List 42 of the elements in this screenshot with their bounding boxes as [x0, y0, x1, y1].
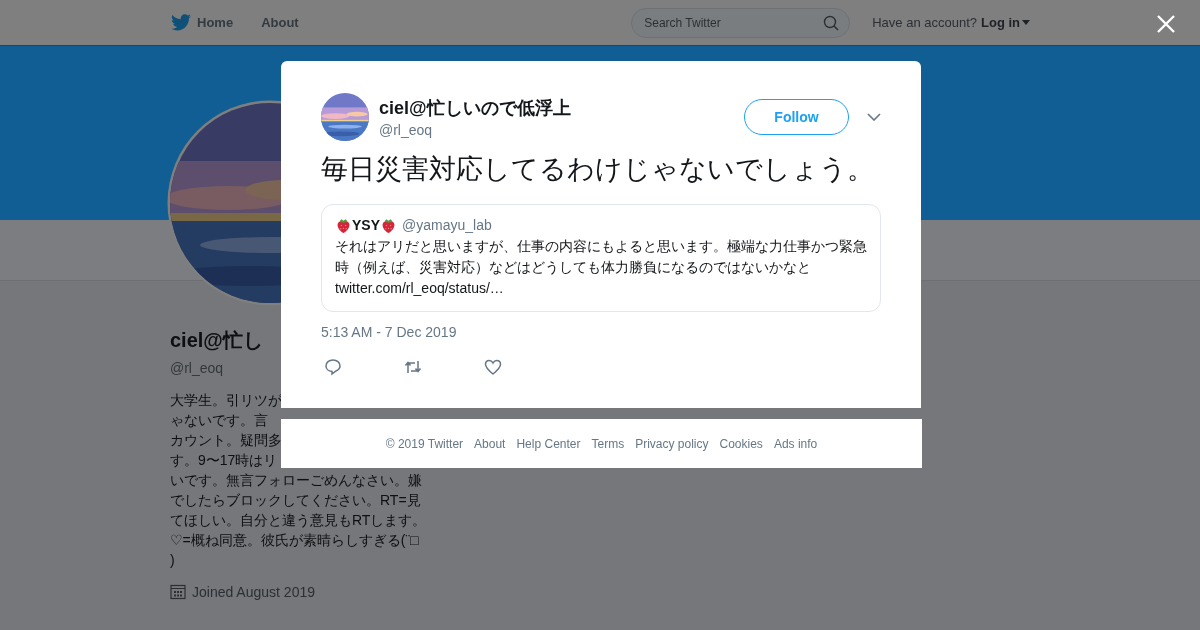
bio-text: てほしい。自分と違う意見もRTします。 — [170, 511, 427, 530]
bio-text: カウント。疑問多 — [170, 431, 282, 450]
author-name: ciel@忙しいので低浮上 — [379, 97, 572, 120]
bird-icon — [171, 14, 191, 31]
account-prompt: Have an account? — [872, 15, 977, 30]
caret-icon — [1022, 20, 1030, 25]
bio-text: いです。無言フォローごめんなさい。嫌 — [170, 471, 422, 490]
retweet-icon[interactable] — [404, 358, 422, 376]
bio-text: す。9〜17時はリ — [170, 451, 278, 470]
quoted-link: twitter.com/rl_eoq/status/… — [335, 279, 505, 298]
bio-text: ゃないです。言 — [170, 411, 268, 430]
login-link[interactable]: Log in — [981, 15, 1030, 30]
quoted-tweet[interactable]: YSY @yamayu_lab それはアリだと思いますが、仕事の内容にもよると思います。極端な力仕事かつ緊急時（例えば、災害対応）などはどうしても体力勝負になるのではないかなと twitter.com/rl_eoq/status/… — [321, 204, 881, 312]
footer-link[interactable]: Privacy policy — [635, 436, 709, 451]
quoted-author-name: YSY — [352, 216, 380, 235]
nav-link[interactable]: Home — [171, 14, 234, 31]
bio-text: でしたらブロックしてください。RT=見 — [170, 491, 421, 510]
bio-text: ) — [170, 551, 175, 570]
author-handle: @rl_eoq — [379, 122, 434, 138]
search-icon — [823, 14, 840, 31]
chevron-icon[interactable] — [867, 113, 881, 121]
calendar-icon — [170, 584, 186, 600]
footer-link[interactable]: Terms — [591, 436, 625, 451]
strawberry-icon — [380, 217, 397, 234]
footer-link[interactable]: Help Center — [516, 436, 581, 451]
strawberry-icon — [335, 217, 352, 234]
tweet-timestamp: 5:13 AM - 7 Dec 2019 — [321, 324, 458, 340]
footer-link[interactable]: About — [474, 436, 506, 451]
bio-text: ♡=概ね同意。彼氏が素晴らしすぎる(¨□ — [170, 531, 419, 550]
quoted-author-handle: @yamayu_lab — [402, 216, 492, 235]
profile-name: ciel@忙し — [170, 328, 263, 353]
reply-icon[interactable] — [324, 358, 342, 376]
heart-icon[interactable] — [484, 358, 502, 376]
tweet-text: 毎日災害対応してるわけじゃないでしょう。 — [321, 153, 875, 186]
profile-handle: @rl_eoq — [170, 360, 224, 376]
joined-date: Joined August 2019 — [192, 584, 315, 600]
close-icon[interactable] — [1157, 15, 1175, 33]
footer-link[interactable]: Ads info — [773, 436, 818, 451]
footer-link[interactable]: © 2019 Twitter — [385, 436, 464, 451]
footer-link[interactable]: Cookies — [719, 436, 763, 451]
search-field[interactable]: Search Twitter — [631, 7, 851, 38]
nav-link[interactable]: About — [261, 15, 299, 30]
